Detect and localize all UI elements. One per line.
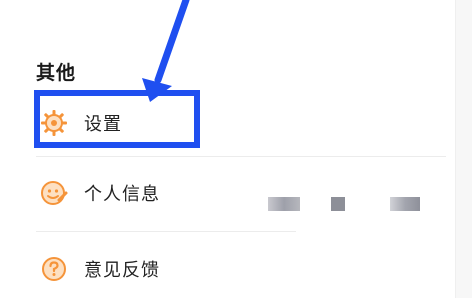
menu-item-settings[interactable]: 设置 [36,95,436,151]
face-edit-icon [36,175,72,211]
menu-item-profile-label: 个人信息 [84,184,160,205]
menu-item-settings-label: 设置 [84,114,122,135]
menu-item-feedback-label: 意见反馈 [84,260,160,281]
blurred-content [390,197,420,211]
divider [36,231,296,232]
blurred-content [331,197,345,211]
menu-item-feedback[interactable]: 意见反馈 [36,241,436,297]
question-icon [36,251,72,287]
gear-icon [36,105,72,141]
blurred-content [268,197,300,211]
right-edge-panel [455,0,472,298]
menu-item-profile[interactable]: 个人信息 [36,165,436,221]
section-title: 其他 [36,62,77,84]
divider [36,156,446,157]
